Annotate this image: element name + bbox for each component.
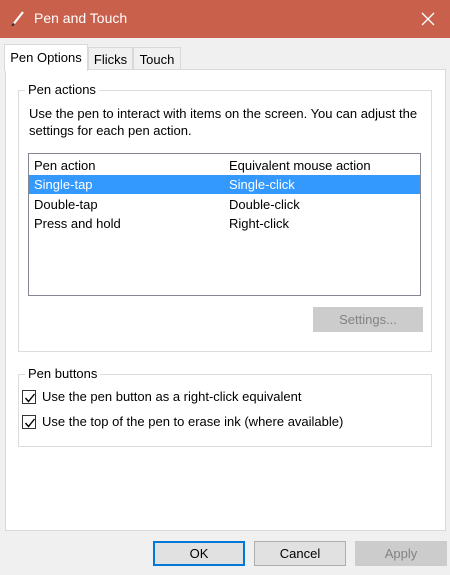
right-click-option-label: Use the pen button as a right-click equi… [42, 389, 302, 404]
mouse-action-cell: Right-click [229, 216, 289, 231]
tab-touch[interactable]: Touch [133, 47, 181, 70]
checkmark-icon [24, 393, 36, 403]
pen-action-cell: Double-tap [34, 197, 98, 212]
pen-action-cell: Single-tap [34, 177, 93, 192]
close-button[interactable] [406, 0, 450, 38]
right-click-checkbox[interactable] [22, 390, 36, 404]
pen-action-list[interactable]: Pen action Equivalent mouse action Singl… [28, 153, 421, 296]
ok-button[interactable]: OK [153, 541, 245, 566]
apply-button[interactable]: Apply [355, 541, 447, 566]
mouse-action-cell: Single-click [229, 177, 295, 192]
mouse-action-cell: Double-click [229, 197, 300, 212]
settings-button[interactable]: Settings... [313, 307, 423, 332]
pen-actions-label: Pen actions [25, 82, 99, 98]
pen-actions-group: Pen actions Use the pen to interact with… [18, 82, 432, 352]
tab-flicks[interactable]: Flicks [88, 47, 133, 70]
list-header: Pen action Equivalent mouse action [29, 156, 420, 175]
column-header-pen-action[interactable]: Pen action [34, 156, 95, 175]
pen-buttons-label: Pen buttons [25, 366, 101, 382]
tab-panel: Pen actions Use the pen to interact with… [5, 69, 446, 531]
erase-ink-checkbox[interactable] [22, 415, 36, 429]
list-item[interactable]: Press and hold Right-click [29, 214, 420, 233]
pen-actions-description: Use the pen to interact with items on th… [29, 106, 418, 138]
pen-action-cell: Press and hold [34, 216, 121, 231]
cancel-button[interactable]: Cancel [254, 541, 346, 566]
pen-icon [8, 9, 28, 29]
erase-ink-option-label: Use the top of the pen to erase ink (whe… [42, 414, 344, 429]
list-item[interactable]: Double-tap Double-click [29, 195, 420, 214]
title-bar: Pen and Touch [0, 0, 450, 38]
pen-buttons-group: Pen buttons Use the pen button as a righ… [18, 366, 432, 447]
checkmark-icon [24, 418, 36, 428]
close-icon [421, 12, 435, 26]
window-title: Pen and Touch [34, 10, 128, 26]
tab-pen-options[interactable]: Pen Options [4, 44, 88, 71]
column-header-mouse-action[interactable]: Equivalent mouse action [229, 156, 371, 175]
list-item[interactable]: Single-tap Single-click [29, 175, 420, 194]
